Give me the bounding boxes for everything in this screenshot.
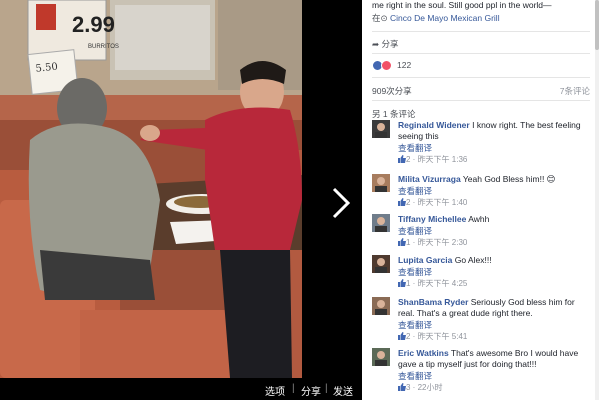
divider [372,100,590,101]
see-translation-link[interactable]: 查看翻译 [398,370,432,382]
see-translation-link[interactable]: 查看翻译 [398,142,432,154]
avatar[interactable] [372,214,390,232]
post-caption: me right in the soul. Still good ppl in … [372,0,552,10]
comment-author-link[interactable]: Lupita Garcia [398,255,452,265]
comment-like-count: 2 [406,332,411,341]
comment-like-count: 1 [406,279,411,288]
separator: | [325,383,328,394]
comment-author-link[interactable]: Reginald Widener [398,120,470,130]
pin-icon: ⊙ [380,13,390,23]
location-line: 在⊙ Cinco De Mayo Mexican Grill [372,12,500,24]
thumbs-up-icon[interactable] [398,238,406,246]
photo-illustration: 2.99 BURRITOS 5.50 [0,0,302,378]
comment-timestamp[interactable]: 昨天下午 1:40 [418,198,468,207]
thumbs-up-icon[interactable] [398,155,406,163]
thumbs-up-icon[interactable] [398,383,406,391]
location-prefix: 在 [372,13,381,23]
scrollbar[interactable] [595,0,599,400]
options-button[interactable]: 选项 [265,383,285,398]
comment-timestamp[interactable]: 昨天下午 5:41 [418,332,468,341]
comment-like-count: 2 [406,155,411,164]
comment-text: Yeah God Bless him!! 😊 [462,174,556,184]
divider [372,77,590,78]
photo-viewer: 2.99 BURRITOS 5.50 选项 | 分享 | 发送 [0,0,362,400]
comment-meta: 2 · 昨天下午 5:41 [398,331,467,342]
comment-body: Eric Watkins That's awesome Bro I would … [398,348,588,370]
location-link[interactable]: Cinco De Mayo Mexican Grill [390,13,500,23]
comment-like-count: 1 [406,238,411,247]
comment-author-link[interactable]: Milita Vizurraga [398,174,461,184]
comment-like-count: 3 [406,383,411,392]
comment-timestamp[interactable]: 昨天下午 4:25 [418,279,468,288]
viewer-action-bar: 选项 | 分享 | 发送 [0,378,362,400]
divider [372,31,590,32]
comment-body: Lupita Garcia Go Alex!!! [398,255,588,266]
comment-timestamp[interactable]: 昨天下午 2:30 [418,238,468,247]
avatar[interactable] [372,348,390,366]
avatar[interactable] [372,255,390,273]
reaction-count: 122 [397,60,412,70]
comment-timestamp[interactable]: 昨天下午 1:36 [418,155,468,164]
avatar[interactable] [372,297,390,315]
see-translation-link[interactable]: 查看翻译 [398,185,432,197]
see-translation-link[interactable]: 查看翻译 [398,319,432,331]
comment-like-count: 2 [406,198,411,207]
comment-author-link[interactable]: ShanBama Ryder [398,297,468,307]
comment-author-link[interactable]: Eric Watkins [398,348,449,358]
view-more-comments-link[interactable]: 另 1 条评论 [372,108,415,120]
thumbs-up-icon[interactable] [398,332,406,340]
see-translation-link[interactable]: 查看翻译 [398,225,432,237]
post-side-panel: me right in the soul. Still good ppl in … [362,0,600,400]
see-translation-link[interactable]: 查看翻译 [398,266,432,278]
comment-author-link[interactable]: Tiffany Michellee [398,214,466,224]
avatar[interactable] [372,174,390,192]
thumbs-up-icon[interactable] [398,198,406,206]
separator: | [292,383,295,394]
comment-meta: 2 · 昨天下午 1:40 [398,197,467,208]
divider [372,53,590,54]
comment-meta: 1 · 昨天下午 2:30 [398,237,467,248]
comment-meta: 3 · 22小时 [398,382,442,393]
comment-text: Awhh [468,214,490,224]
sign-label: BURRITOS [88,44,119,50]
thumbs-up-icon[interactable] [398,279,406,287]
scrollbar-thumb[interactable] [595,0,599,50]
sign-price: 2.99 [72,12,115,37]
share-action[interactable]: ➦ 分享 [372,38,399,50]
comment-body: Reginald Widener I know right. The best … [398,120,588,142]
comment-body: Milita Vizurraga Yeah God Bless him!! 😊 [398,174,588,185]
share-action-label: 分享 [381,39,399,49]
send-button[interactable]: 发送 [333,383,353,398]
love-reaction-icon [381,60,392,71]
comment-body: Tiffany Michellee Awhh [398,214,588,225]
avatar[interactable] [372,120,390,138]
comment-meta: 2 · 昨天下午 1:36 [398,154,467,165]
comment-text: Go Alex!!! [454,255,492,265]
post-photo: 2.99 BURRITOS 5.50 [0,0,302,378]
comment-timestamp[interactable]: 22小时 [418,383,443,392]
chevron-right-icon[interactable] [328,186,354,220]
comments-count[interactable]: 7条评论 [560,85,590,97]
sign-small-price: 5.50 [35,62,58,75]
comment-body: ShanBama Ryder Seriously God bless him f… [398,297,588,319]
share-button[interactable]: 分享 [301,383,321,398]
shares-count[interactable]: 909次分享 [372,85,412,97]
comment-meta: 1 · 昨天下午 4:25 [398,278,467,289]
